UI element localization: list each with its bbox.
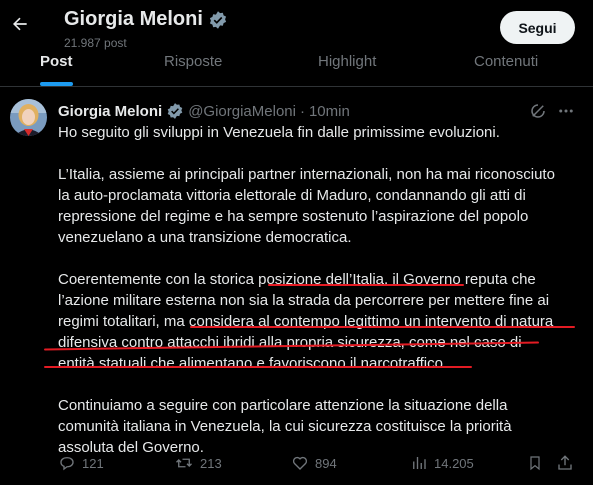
repost-count: 213 (200, 455, 222, 471)
views-icon (413, 457, 426, 469)
author-name[interactable]: Giorgia Meloni (58, 103, 162, 120)
tab-highlight[interactable]: Highlight (318, 50, 376, 87)
repost-button[interactable]: 213 (174, 454, 222, 472)
reply-button[interactable]: 121 (58, 454, 104, 472)
profile-tabs: Post Risposte Highlight Contenuti (0, 50, 593, 87)
more-icon[interactable] (557, 102, 575, 120)
text-line: Ho seguito gli sviluppi in Venezuela fin… (58, 124, 500, 141)
share-button[interactable] (556, 454, 574, 472)
bookmark-button[interactable] (527, 454, 543, 472)
annotation-underline (190, 326, 575, 328)
share-icon (558, 455, 572, 470)
like-icon (292, 456, 308, 470)
text-line: comunità italiana in Venezuela, la cui s… (58, 418, 512, 435)
tab-risposte[interactable]: Risposte (164, 50, 222, 87)
post[interactable]: Giorgia Meloni @GiorgiaMeloni · 10min Ho… (0, 88, 593, 485)
annotation-underline (44, 366, 472, 368)
post-count: 21.987 post (64, 36, 127, 50)
like-button[interactable]: 894 (291, 454, 337, 472)
text-line: regimi totalitari, ma considera al conte… (58, 313, 554, 330)
active-tab-indicator (40, 82, 73, 86)
paragraph-2: L’Italia, assieme ai principali partner … (58, 164, 578, 248)
post-actions: 121 213 894 14.205 (0, 454, 593, 478)
views-count: 14.205 (434, 455, 474, 471)
text-line: Continuiamo a seguire con particolare at… (58, 397, 508, 414)
follow-button[interactable]: Segui (500, 11, 575, 44)
profile-name-text: Giorgia Meloni (64, 8, 203, 30)
text-line: venezuelano a una transizione democratic… (58, 229, 352, 246)
separator: · (299, 102, 305, 120)
avatar[interactable] (10, 99, 47, 136)
post-header: Giorgia Meloni @GiorgiaMeloni · 10min (58, 102, 350, 120)
text-line: repressione del regime e ha sempre soste… (58, 208, 529, 225)
post-time[interactable]: 10min (309, 103, 350, 120)
back-button[interactable] (8, 12, 32, 36)
reply-icon (60, 457, 74, 471)
bookmark-icon (530, 456, 540, 471)
annotation-underline (268, 284, 464, 286)
text-line: Coerentemente con la storica posizione d… (58, 271, 536, 288)
reply-count: 121 (82, 455, 104, 471)
text-line: entità statuali che alimentano e favoris… (58, 355, 448, 372)
like-count: 894 (315, 455, 337, 471)
views-button[interactable]: 14.205 (410, 454, 474, 472)
author-handle[interactable]: @GiorgiaMeloni (188, 103, 296, 120)
profile-name: Giorgia Meloni (64, 8, 228, 31)
text-line: L’Italia, assieme ai principali partner … (58, 166, 555, 183)
tab-contenuti[interactable]: Contenuti (474, 50, 538, 87)
text-line: la auto-proclamata vittoria elettorale d… (58, 187, 526, 204)
back-arrow-icon (13, 17, 27, 31)
repost-icon (176, 458, 192, 468)
verified-badge-icon (167, 103, 183, 119)
paragraph-1: Ho seguito gli sviluppi in Venezuela fin… (58, 122, 578, 143)
profile-header: Giorgia Meloni 21.987 post Segui (0, 0, 593, 50)
verified-badge-icon (209, 10, 226, 29)
grok-icon[interactable] (529, 102, 547, 120)
text-line: l’azione militare esterna non sia la str… (58, 292, 550, 309)
post-text: Ho seguito gli sviluppi in Venezuela fin… (58, 122, 578, 479)
paragraph-4: Continuiamo a seguire con particolare at… (58, 395, 578, 458)
